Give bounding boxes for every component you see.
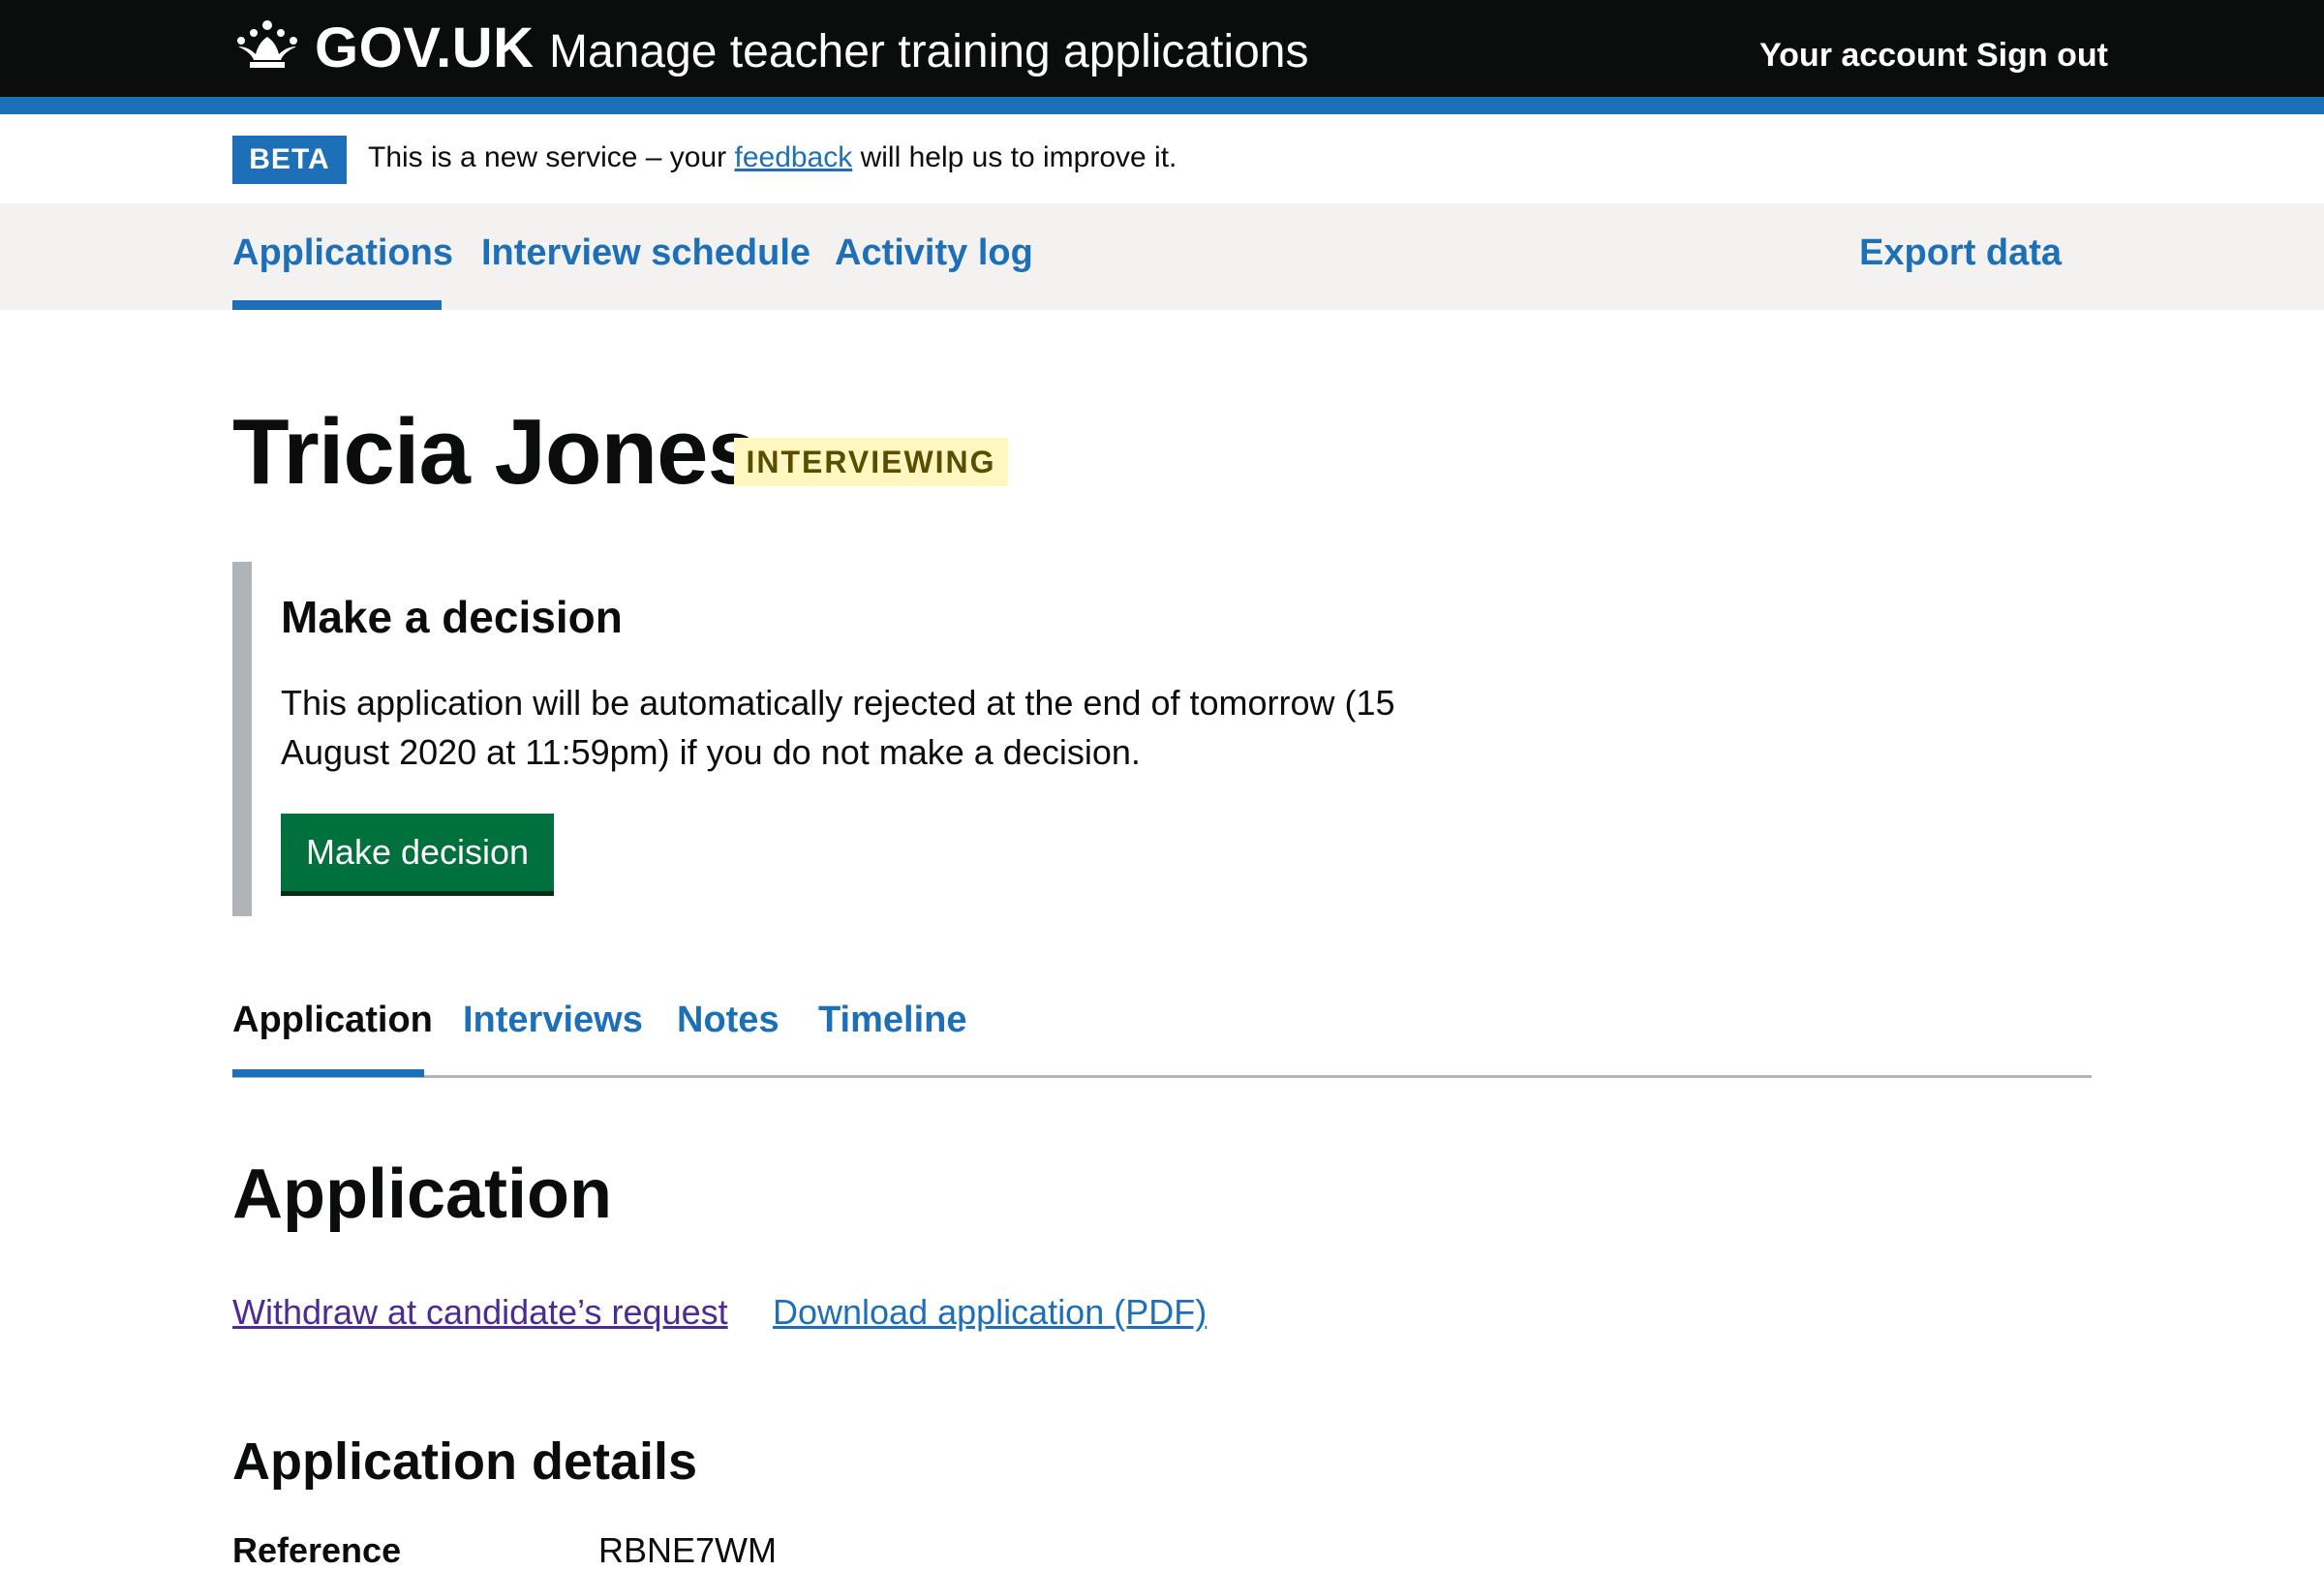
govuk-logotype[interactable]: GOV.UK <box>315 15 534 80</box>
summary-value-reference: RBNE7WM <box>598 1530 778 1570</box>
sign-out-link[interactable]: Sign out <box>1976 37 2108 75</box>
beta-tag: BETA <box>232 136 347 184</box>
application-section-title: Application <box>232 1155 612 1233</box>
beta-text-after: will help us to improve it. <box>852 141 1177 173</box>
header-accent-bar <box>0 97 2324 114</box>
site-header: GOV.UK Manage teacher training applicati… <box>0 0 2324 97</box>
withdraw-link[interactable]: Withdraw at candidate’s request <box>232 1292 728 1333</box>
make-decision-button[interactable]: Make decision <box>281 814 554 891</box>
beta-banner-text: This is a new service – your feedback wi… <box>368 141 1177 174</box>
your-account-link[interactable]: Your account <box>1759 37 1968 75</box>
feedback-link[interactable]: feedback <box>734 141 852 173</box>
tab-application[interactable]: Application <box>232 1000 433 1041</box>
export-data-link[interactable]: Export data <box>1859 232 2062 274</box>
crown-icon <box>237 20 297 68</box>
tab-active-indicator <box>232 1069 424 1077</box>
tab-notes[interactable]: Notes <box>677 1000 780 1041</box>
nav-active-indicator <box>232 300 442 310</box>
application-details-heading: Application details <box>232 1432 698 1491</box>
inset-border <box>232 562 252 916</box>
tabs-divider <box>232 1075 2092 1078</box>
service-name[interactable]: Manage teacher training applications <box>549 25 1309 78</box>
page-title: Tricia Jones <box>232 400 759 504</box>
nav-item-interview-schedule[interactable]: Interview schedule <box>481 232 810 274</box>
nav-item-activity-log[interactable]: Activity log <box>835 232 1033 274</box>
decision-body: This application will be automatically r… <box>281 683 1395 772</box>
decision-heading: Make a decision <box>281 592 623 642</box>
status-badge: INTERVIEWING <box>734 438 1008 486</box>
beta-text-before: This is a new service – your <box>368 141 735 173</box>
download-pdf-link[interactable]: Download application (PDF) <box>773 1292 1207 1333</box>
nav-item-applications[interactable]: Applications <box>232 232 453 274</box>
tab-interviews[interactable]: Interviews <box>463 1000 643 1041</box>
primary-navigation: Applications Interview schedule Activity… <box>0 203 2324 310</box>
summary-key-reference: Reference <box>232 1530 402 1570</box>
tab-timeline[interactable]: Timeline <box>818 1000 966 1041</box>
